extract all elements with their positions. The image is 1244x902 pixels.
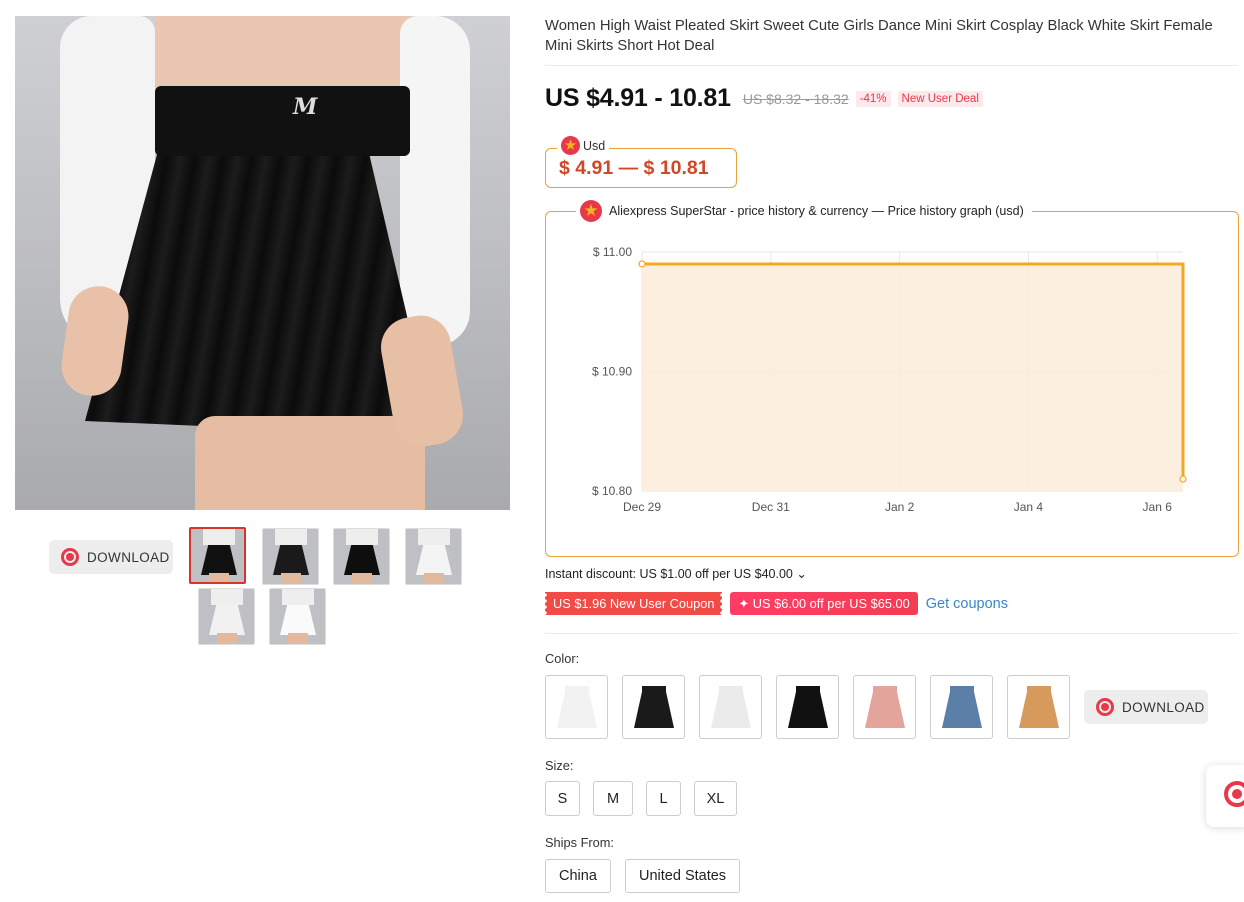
color-swatch-black-2[interactable] — [776, 675, 839, 739]
thumbnail-skirt — [273, 545, 309, 575]
thumbnail-skirt — [201, 545, 237, 575]
color-swatch-blue[interactable] — [930, 675, 993, 739]
swatch-skirt — [788, 688, 828, 728]
gallery-download-label: DOWNLOAD — [87, 549, 170, 565]
thumbnail-6[interactable] — [269, 588, 326, 645]
new-user-deal-badge: New User Deal — [897, 90, 983, 107]
thumbnail-skirt — [416, 545, 452, 575]
coupon-row: US $1.96 New User Coupon ✦ US $6.00 off … — [542, 592, 1008, 615]
chart-point — [638, 260, 646, 268]
swatch-band — [873, 686, 897, 694]
thumbnail-top — [211, 589, 243, 605]
target-icon — [61, 548, 79, 566]
get-coupons-link[interactable]: Get coupons — [926, 596, 1008, 612]
main-product-image[interactable]: M — [15, 16, 510, 510]
chart-y-tick-label: $ 11.00 — [593, 245, 632, 259]
thumbnail-1[interactable] — [189, 527, 246, 584]
thumbnail-top — [346, 529, 378, 545]
swatch-band — [796, 686, 820, 694]
swatch-download-label: DOWNLOAD — [1122, 699, 1205, 715]
chart-x-tick-label: Jan 4 — [1014, 500, 1044, 514]
floating-extension-widget[interactable] — [1206, 765, 1244, 827]
color-swatch-black[interactable] — [622, 675, 685, 739]
color-swatch-white-2[interactable] — [699, 675, 762, 739]
swatch-skirt — [634, 688, 674, 728]
divider — [545, 633, 1238, 634]
target-icon — [1096, 698, 1114, 716]
new-user-coupon[interactable]: US $1.96 New User Coupon — [542, 592, 725, 615]
ships-from-united-states[interactable]: United States — [625, 859, 741, 893]
swatch-skirt — [1019, 688, 1059, 728]
superstar-icon — [580, 200, 602, 222]
swatch-skirt — [865, 688, 905, 728]
chart-x-tick-label: Dec 31 — [752, 500, 790, 514]
chart-area-fill — [642, 263, 1183, 491]
thumbnail-legs — [209, 573, 229, 582]
chart-y-tick-label: $ 10.80 — [592, 484, 632, 498]
thumbnail-legs — [288, 633, 308, 644]
currency-legend-label: Usd — [583, 138, 606, 153]
thumbnail-skirt — [280, 605, 316, 635]
gallery-download-button[interactable]: DOWNLOAD — [49, 540, 173, 574]
swatch-band — [719, 686, 743, 694]
ships-from-china[interactable]: China — [545, 859, 611, 893]
swatch-skirt — [711, 688, 751, 728]
thumbnail-3[interactable] — [333, 528, 390, 585]
thumbnail-top — [282, 589, 314, 605]
thumbnail-2[interactable] — [262, 528, 319, 585]
photo-legs — [195, 416, 425, 510]
thumbnail-top — [418, 529, 450, 545]
size-label: Size: — [545, 758, 574, 773]
photo-waistband — [155, 86, 410, 156]
thumbnail-legs — [217, 633, 237, 644]
price-history-legend: Aliexpress SuperStar - price history & c… — [576, 200, 1032, 222]
size-option-s[interactable]: S — [545, 781, 580, 816]
chart-point — [1179, 475, 1187, 483]
swatch-skirt — [942, 688, 982, 728]
chart-x-tick-label: Jan 2 — [885, 500, 915, 514]
original-price: US $8.32 - 18.32 — [742, 90, 849, 107]
swatch-download-button[interactable]: DOWNLOAD — [1084, 690, 1208, 724]
thumbnail-legs — [424, 573, 444, 584]
thumbnail-skirt — [209, 605, 245, 635]
thumbnail-top — [203, 529, 235, 545]
swatch-band — [950, 686, 974, 694]
size-option-m[interactable]: M — [593, 781, 633, 816]
photo-skirt-logo: M — [293, 94, 318, 120]
size-option-l[interactable]: L — [646, 781, 681, 816]
swatch-band — [565, 686, 589, 694]
size-option-xl[interactable]: XL — [694, 781, 737, 816]
product-title: Women High Waist Pleated Skirt Sweet Cut… — [545, 18, 1213, 54]
price-row: US $4.91 - 10.81 US $8.32 - 18.32 -41% N… — [545, 84, 983, 113]
ships-from-label: Ships From: — [545, 835, 614, 850]
swatch-skirt — [557, 688, 597, 728]
price-history-chart: $ 11.00 $ 10.90 $ 10.80 Dec 29 Dec 31 Jan 2 Ja… — [592, 245, 1187, 514]
thumbnail-legs — [352, 573, 372, 584]
color-label: Color: — [545, 651, 580, 666]
chart-y-tick-label: $ 10.90 — [592, 365, 632, 379]
chart-x-tick-label: Dec 29 — [623, 500, 661, 514]
chart-x-tick-label: Jan 6 — [1143, 500, 1173, 514]
current-price: US $4.91 - 10.81 — [545, 84, 731, 112]
thumbnail-5[interactable] — [198, 588, 255, 645]
swatch-band — [642, 686, 666, 694]
thumbnail-4[interactable] — [405, 528, 462, 585]
thumbnail-top — [275, 529, 307, 545]
discount-badge: -41% — [855, 90, 891, 107]
target-icon — [1224, 781, 1244, 807]
photo-right-sleeve — [400, 16, 470, 346]
price-history-legend-label: Aliexpress SuperStar - price history & c… — [609, 204, 1024, 218]
divider — [545, 65, 1238, 66]
color-swatch-camel[interactable] — [1007, 675, 1070, 739]
color-swatch-pink[interactable] — [853, 675, 916, 739]
swatch-band — [1027, 686, 1051, 694]
store-coupon[interactable]: ✦ US $6.00 off per US $65.00 — [730, 592, 918, 615]
currency-legend[interactable]: Usd — [557, 136, 610, 155]
superstar-icon — [561, 136, 580, 155]
instant-discount[interactable]: Instant discount: US $1.00 off per US $4… — [545, 566, 807, 581]
thumbnail-legs — [281, 573, 301, 584]
currency-price-range: $ 4.91 — $ 10.81 — [559, 156, 709, 179]
color-swatch-white[interactable] — [545, 675, 608, 739]
thumbnail-skirt — [344, 545, 380, 575]
